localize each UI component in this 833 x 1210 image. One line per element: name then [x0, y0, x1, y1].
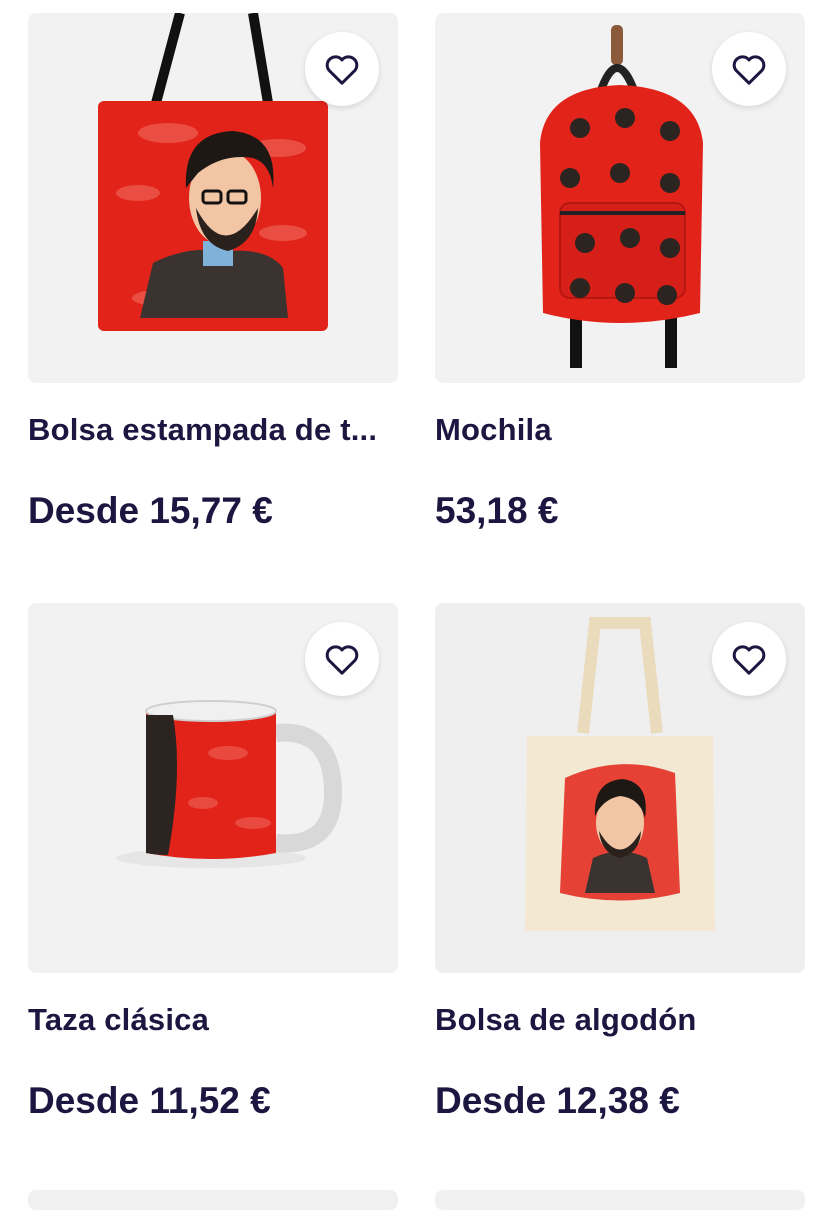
product-card[interactable]: Bolsa de algodón Desde 12,38 € — [435, 603, 805, 1121]
product-price: Desde 15,77 € — [28, 490, 273, 531]
product-price: Desde 11,52 € — [28, 1080, 271, 1121]
product-card[interactable]: Mochila 53,18 € — [435, 13, 805, 531]
product-price: 53,18 € — [435, 490, 559, 531]
product-image[interactable] — [435, 603, 805, 973]
product-image[interactable] — [28, 603, 398, 973]
heart-outline-icon — [325, 55, 359, 85]
heart-outline-icon — [732, 55, 766, 85]
favorite-button[interactable] — [305, 32, 379, 106]
product-title[interactable]: Bolsa estampada de t... — [28, 410, 398, 450]
favorite-button[interactable] — [712, 622, 786, 696]
product-card-partial[interactable] — [435, 1190, 805, 1210]
favorite-button[interactable] — [305, 622, 379, 696]
favorite-button[interactable] — [712, 32, 786, 106]
heart-outline-icon — [732, 645, 766, 675]
product-title[interactable]: Bolsa de algodón — [435, 1000, 805, 1040]
product-image[interactable] — [435, 13, 805, 383]
product-price: Desde 12,38 € — [435, 1080, 680, 1121]
product-title[interactable]: Mochila — [435, 410, 805, 450]
heart-outline-icon — [325, 645, 359, 675]
product-card[interactable]: Taza clásica Desde 11,52 € — [28, 603, 398, 1121]
product-card-partial[interactable] — [28, 1190, 398, 1210]
product-title[interactable]: Taza clásica — [28, 1000, 398, 1040]
product-card[interactable]: Bolsa estampada de t... Desde 15,77 € — [28, 13, 398, 531]
product-image[interactable] — [28, 13, 398, 383]
